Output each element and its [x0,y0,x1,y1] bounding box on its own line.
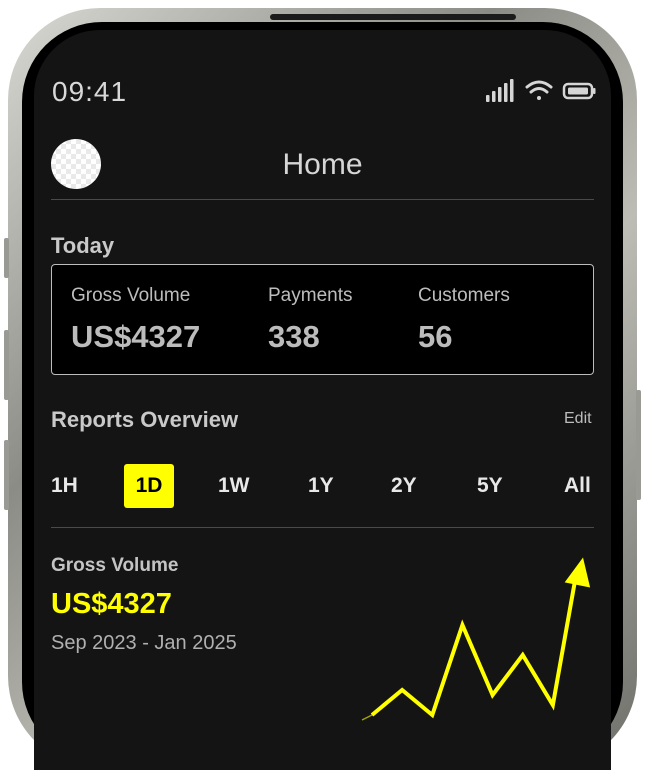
metric-value: 56 [418,319,510,355]
metric-label: Payments [268,285,352,307]
wifi-icon [527,82,551,100]
metric-label: Gross Volume [71,285,200,307]
edit-button[interactable]: Edit [564,410,592,428]
volume-down-button [4,440,9,510]
today-summary-card: Gross Volume US$4327 Payments 338 Custom… [51,264,594,375]
range-tab-1h[interactable]: 1H [51,464,78,508]
metric-value: US$4327 [71,319,200,355]
metric-customers: Customers 56 [418,285,510,355]
metric-gross-volume: Gross Volume US$4327 [71,285,200,355]
page-title: Home [0,148,645,182]
today-title: Today [51,233,114,259]
range-tab-2y[interactable]: 2Y [391,464,417,508]
range-tab-1w[interactable]: 1W [218,464,250,508]
header-divider [51,199,594,200]
gross-volume-date-range: Sep 2023 - Jan 2025 [51,632,237,655]
range-tab-1d[interactable]: 1D [124,464,174,508]
metric-label: Customers [418,285,510,307]
reports-title: Reports Overview [51,407,238,433]
speaker-grille [270,14,516,20]
battery-icon [564,84,596,98]
cellular-signal-icon [486,79,514,102]
metric-payments: Payments 338 [268,285,352,355]
range-tab-5y[interactable]: 5Y [477,464,503,508]
status-time: 09:41 [52,76,127,108]
power-button [636,390,641,500]
volume-up-button [4,330,9,400]
screen [34,30,611,770]
range-tab-all[interactable]: All [564,464,591,508]
range-divider [51,527,594,528]
gross-volume-value: US$4327 [51,588,172,621]
mute-switch [4,238,9,278]
range-tab-1y[interactable]: 1Y [308,464,334,508]
gross-volume-label: Gross Volume [51,555,178,577]
metric-value: 338 [268,319,352,355]
status-icons [484,78,596,104]
